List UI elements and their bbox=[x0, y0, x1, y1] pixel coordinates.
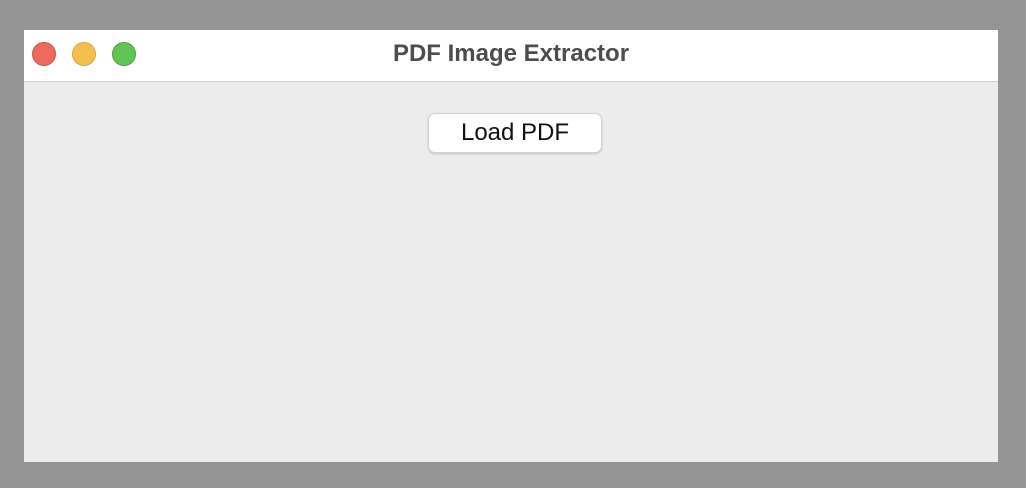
main-content: Load PDF bbox=[24, 82, 998, 462]
title-bar[interactable]: PDF Image Extractor bbox=[24, 30, 998, 82]
app-window: PDF Image Extractor Load PDF bbox=[24, 30, 998, 462]
load-pdf-button[interactable]: Load PDF bbox=[428, 113, 602, 153]
window-title: PDF Image Extractor bbox=[392, 40, 630, 67]
